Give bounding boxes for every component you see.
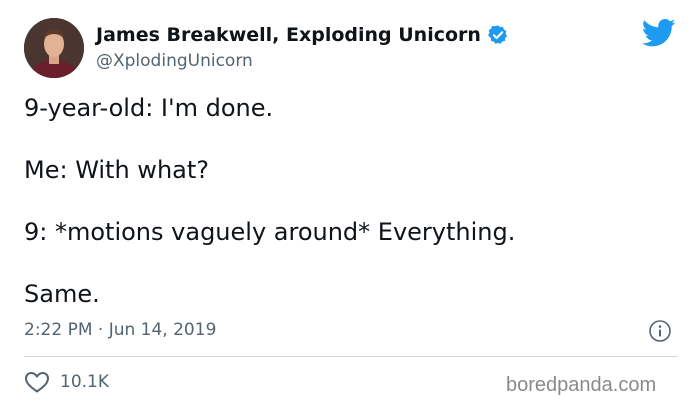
tweet-line: Me: With what? [24, 156, 210, 184]
tweet-line: Same. [24, 280, 100, 308]
info-icon[interactable] [648, 319, 672, 343]
tweet-line: 9-year-old: I'm done. [24, 94, 274, 122]
like-count: 10.1K [60, 372, 109, 392]
author-handle[interactable]: @XplodingUnicorn [96, 50, 253, 72]
tweet-line: 9: *motions vaguely around* Everything. [24, 218, 516, 246]
source-watermark: boredpanda.com [506, 374, 657, 396]
twitter-bird-icon[interactable] [642, 18, 676, 48]
tweet-card: James Breakwell, Exploding Unicorn @Xplo… [0, 0, 700, 410]
author-name-text: James Breakwell, Exploding Unicorn [96, 24, 481, 46]
author-name[interactable]: James Breakwell, Exploding Unicorn [96, 22, 509, 48]
heart-icon [25, 372, 49, 393]
verified-badge-icon [488, 25, 507, 44]
like-button[interactable]: 10.1K [24, 370, 109, 394]
tweet-text: 9-year-old: I'm done. Me: With what? 9: … [24, 92, 664, 310]
divider [24, 356, 678, 357]
author-avatar[interactable] [24, 18, 84, 78]
tweet-timestamp[interactable]: 2:22 PM · Jun 14, 2019 [24, 318, 216, 342]
